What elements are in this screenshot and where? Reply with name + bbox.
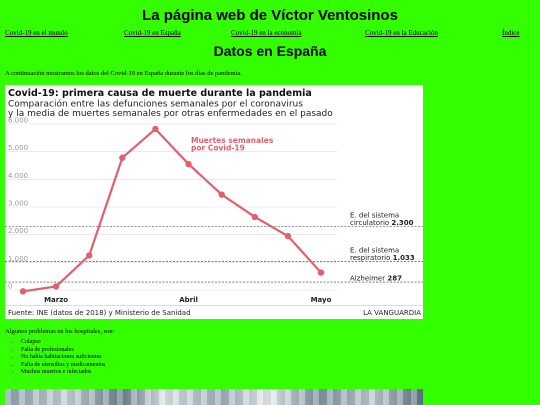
x-tick-label: Abril [179, 296, 198, 304]
list-item: No había habitaciones suficientes [21, 354, 105, 362]
series-line [22, 127, 322, 293]
nav-link-educacion[interactable]: Covid-19 en la Educación [365, 29, 438, 37]
y-tick-label: 4.000 [8, 172, 28, 180]
chart-card: Covid-19: primera causa de muerte durant… [5, 85, 423, 319]
y-tick-label: 5.000 [8, 144, 28, 152]
problems-intro: Algunos problemas en los hospitales, son… [5, 328, 115, 335]
x-tick-label: Marzo [44, 296, 68, 304]
chart-svg: Covid-19: primera causa de muerte durant… [5, 88, 423, 317]
chart-source: Fuente: INE (datos de 2018) y Ministerio… [8, 309, 191, 317]
nav-link-economia[interactable]: Covid-19 en la economía [231, 29, 302, 37]
chart-title: Covid-19: primera causa de muerte durant… [8, 88, 312, 99]
x-tick-label: Mayo [311, 296, 332, 304]
reference-label: Alzheimer 287 [350, 275, 402, 283]
reference-value: 2.300 [391, 219, 413, 227]
nav-link-mundo[interactable]: Covid-19 en el mundo [5, 29, 68, 37]
data-point [251, 213, 258, 221]
list-item: Colapso [21, 339, 105, 347]
y-tick-label: 0 [8, 283, 12, 291]
series-label: por Covid-19 [191, 144, 245, 153]
list-item: Muchos muertos e infectados [21, 369, 105, 377]
nav-link-indice[interactable]: Índice [502, 29, 520, 37]
reference-value: 1.033 [393, 254, 415, 262]
problem-list: Colapso Falta de profesionales No había … [7, 339, 105, 377]
reference-label: circulatorio 2.300 [350, 219, 414, 227]
hospital-photo [5, 389, 423, 405]
page-heading: Datos en España [213, 43, 327, 59]
data-point [284, 232, 292, 240]
reference-label-text: circulatorio [350, 219, 391, 227]
reference-label-text: respiratorio [350, 254, 393, 262]
intro-text: A continuación mostramos los datos del C… [5, 70, 242, 77]
chart-subtitle-line1: Comparación entre las defunciones semana… [8, 99, 303, 110]
reference-label-text: Alzheimer [350, 275, 387, 283]
data-point [185, 160, 192, 168]
x-axis: Marzo Abril Mayo [44, 296, 332, 304]
reference-label: respiratorio 1.033 [350, 254, 415, 262]
data-point [86, 252, 93, 259]
reference-value: 287 [387, 275, 402, 283]
reference-lines: E. del sistemacirculatorio 2.300E. del s… [5, 211, 423, 283]
hospital-photo-shade [5, 389, 423, 405]
y-tick-label: 6.000 [8, 117, 28, 125]
data-point [152, 125, 159, 133]
y-tick-label: 3.000 [8, 200, 28, 208]
data-point [52, 283, 60, 290]
chart-subtitle-line2: y la media de muertes semanales por otra… [8, 109, 333, 119]
data-point [19, 288, 27, 295]
series-layer: Muertes semanalespor Covid-19 [19, 125, 325, 295]
chart-publisher: LA VANGUARDIA [363, 309, 421, 317]
y-tick-label: 2.000 [8, 227, 28, 235]
nav-link-espana[interactable]: Covid-19 en España [124, 29, 181, 37]
data-point [218, 191, 225, 198]
chart-grid: 0 1.000 2.000 3.000 4.000 5.000 6.000 [5, 117, 337, 291]
y-tick-label: 1.000 [8, 255, 28, 263]
data-point [317, 269, 325, 276]
data-point [119, 154, 126, 161]
site-title: La página web de Víctor Ventosinos [142, 7, 398, 24]
